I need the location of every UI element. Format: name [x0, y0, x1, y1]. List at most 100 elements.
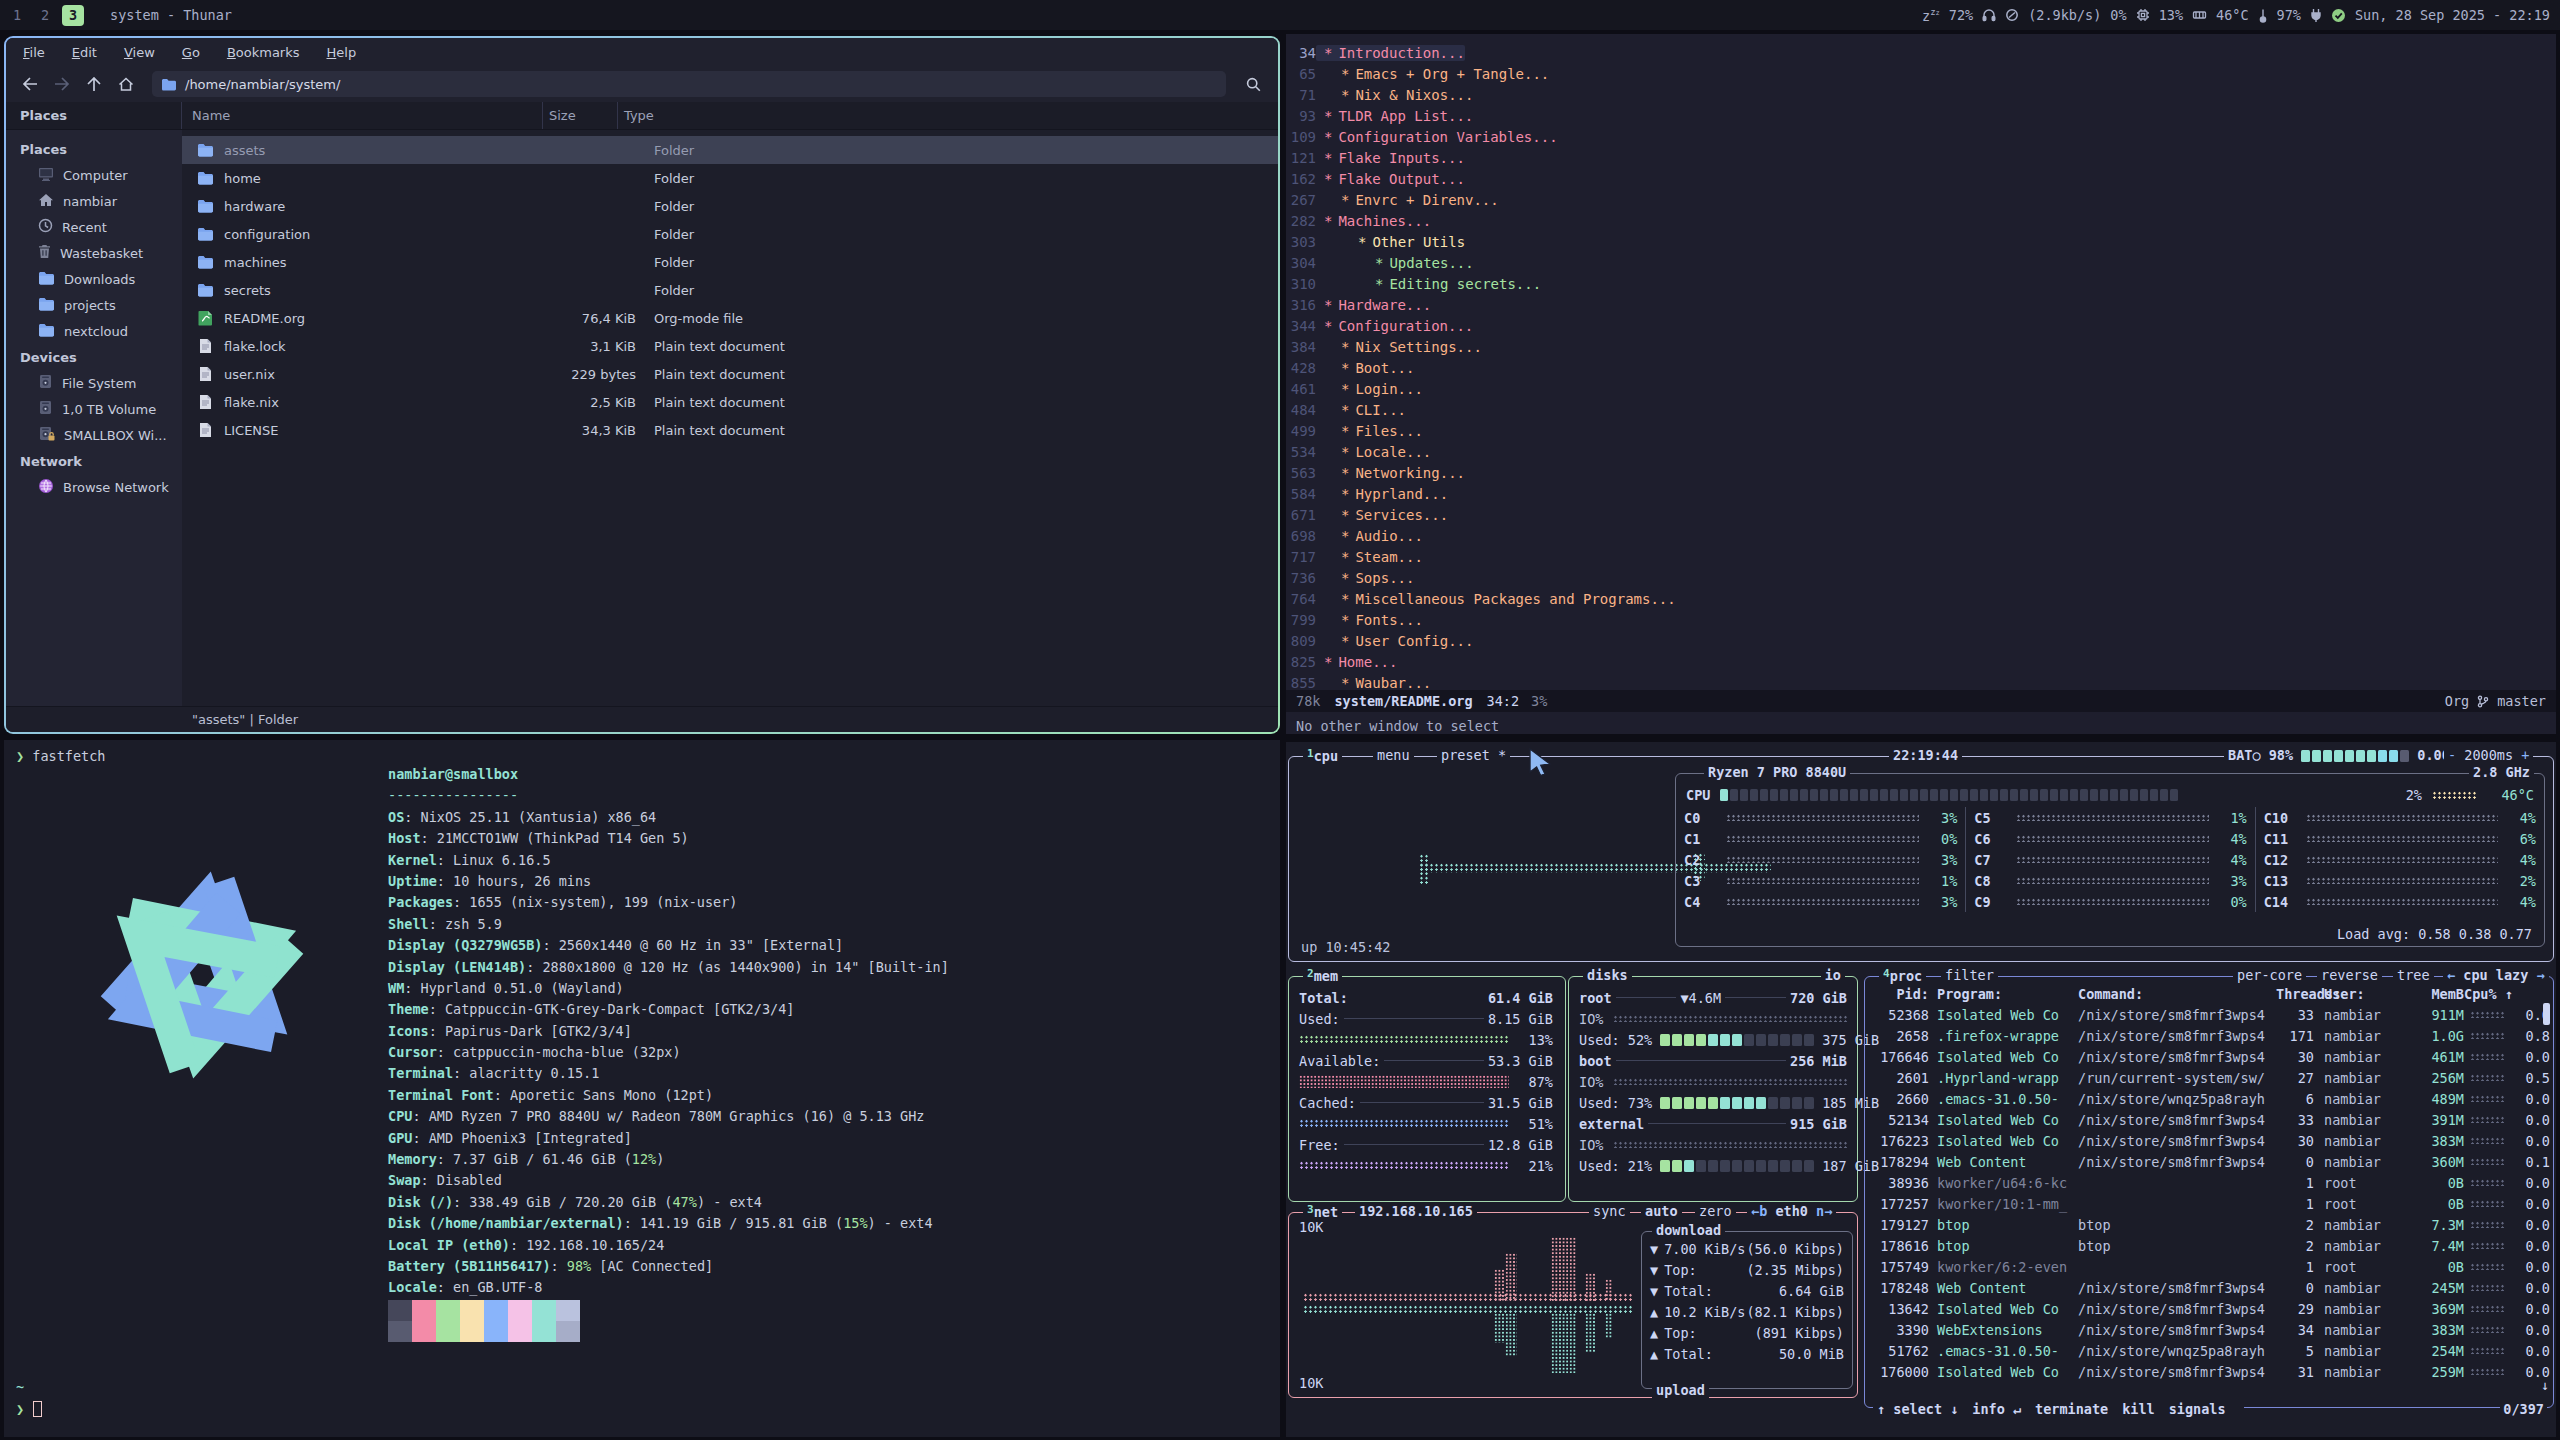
net-box-title[interactable]: 3net [1303, 1203, 1342, 1220]
sidebar-item-computer[interactable]: Computer [6, 162, 182, 188]
file-name: secrets [218, 283, 542, 298]
memory-value[interactable]: 13% [2159, 7, 2183, 23]
sidebar-item-nextcloud[interactable]: nextcloud [6, 318, 182, 344]
volume-value[interactable]: 72% [1949, 7, 1973, 23]
auto-tab[interactable]: auto [1641, 1203, 1682, 1219]
fastfetch-value: : 141.19 GiB / 915.81 GiB (15%) - ext4 [624, 1215, 933, 1231]
process-row[interactable]: 177257kworker/10:1-mm_1root0B0.0 [1865, 1193, 2553, 1214]
idle-inhibitor-icon[interactable]: zzz [1922, 7, 1940, 24]
column-size[interactable]: Size [542, 102, 617, 129]
net-stat-row: ▲10.2 KiB/s(82.1 Kibps) [1642, 1301, 1852, 1322]
column-type[interactable]: Type [617, 102, 1278, 129]
workspace-1[interactable]: 1 [6, 5, 28, 26]
file-row-assets[interactable]: assetsFolder [182, 136, 1278, 164]
menu-help[interactable]: Help [327, 45, 357, 60]
up-button[interactable] [80, 71, 108, 97]
temperature-value[interactable]: 46°C [2216, 7, 2249, 23]
fastfetch-label: OS [388, 809, 404, 825]
menu-edit[interactable]: Edit [72, 45, 97, 60]
process-row[interactable]: 2660.emacs-31.0.50-/nix/store/wnqz5pa8ra… [1865, 1088, 2553, 1109]
line-number: 282 [1286, 213, 1316, 229]
shell-prompt-2[interactable]: ❯ [16, 1399, 42, 1420]
path-bar[interactable]: /home/nambiar/system/ [152, 71, 1226, 97]
menu-tab[interactable]: menu [1373, 747, 1414, 763]
io-tab[interactable]: io [1821, 967, 1845, 983]
process-row[interactable]: 178294Web Content/nix/store/sm8fmrf3wps4… [1865, 1151, 2553, 1172]
disks-box-title[interactable]: disks [1583, 967, 1632, 983]
org-star: * [1341, 360, 1349, 376]
echo-area: No other window to select [1296, 718, 1499, 734]
sidebar-item-1-0-tb-volume[interactable]: 1,0 TB Volume [6, 396, 182, 422]
process-row[interactable]: 3390WebExtensions/nix/store/sm8fmrf3wps4… [1865, 1319, 2553, 1340]
menu-view[interactable]: View [124, 45, 155, 60]
file-row-flake-nix[interactable]: flake.nix2,5 KiBPlain text document [182, 388, 1278, 416]
sidebar-item-downloads[interactable]: Downloads [6, 266, 182, 292]
sidebar-item-nambiar[interactable]: nambiar [6, 188, 182, 214]
search-button[interactable] [1238, 71, 1268, 97]
clock-date[interactable]: Sun, 28 Sep 2025 - 22:19 [2355, 7, 2550, 23]
sidebar-item-file-system[interactable]: File System [6, 370, 182, 396]
iface-tab[interactable]: ←b eth0 n→ [1747, 1203, 1836, 1219]
proc-box-title[interactable]: 4proc [1879, 967, 1926, 984]
sidebar-item-recent[interactable]: Recent [6, 214, 182, 240]
process-row[interactable]: 176223Isolated Web Co/nix/store/sm8fmrf3… [1865, 1130, 2553, 1151]
preset-tab[interactable]: preset * [1437, 747, 1510, 763]
sidebar-item-smallbox-wi-[interactable]: SMALLBOX Wi... [6, 422, 182, 448]
cpu-box-title[interactable]: 1cpu [1303, 747, 1342, 764]
proc-header[interactable]: Pid:Program:Command:Threads:User:MemBCpu… [1865, 983, 2553, 1004]
process-row[interactable]: 52134Isolated Web Co/nix/store/sm8fmrf3w… [1865, 1109, 2553, 1130]
home-button[interactable] [112, 71, 140, 97]
menu-go[interactable]: Go [182, 45, 200, 60]
process-row[interactable]: 178248Web Content/nix/store/sm8fmrf3wps4… [1865, 1277, 2553, 1298]
mem-box-title[interactable]: 2mem [1303, 967, 1342, 984]
file-row-user-nix[interactable]: user.nix229 bytesPlain text document [182, 360, 1278, 388]
org-star: * [1341, 192, 1349, 208]
trash-icon [38, 244, 51, 262]
cpu-value[interactable]: 0% [2110, 7, 2126, 23]
sidebar-item-wastebasket[interactable]: Wastebasket [6, 240, 182, 266]
process-row[interactable]: 13642Isolated Web Co/nix/store/sm8fmrf3w… [1865, 1298, 2553, 1319]
column-name[interactable]: Name [182, 102, 542, 129]
org-heading-text: Waubar... [1355, 675, 1431, 691]
sort-tab[interactable]: ← cpu lazy → [2443, 967, 2549, 983]
sync-tab[interactable]: sync [1589, 1203, 1630, 1219]
menu-bookmarks[interactable]: Bookmarks [227, 45, 300, 60]
back-button[interactable] [16, 71, 44, 97]
file-row-flake-lock[interactable]: flake.lock3,1 KiBPlain text document [182, 332, 1278, 360]
process-row[interactable]: 51762.emacs-31.0.50-/nix/store/wnqz5pa8r… [1865, 1340, 2553, 1361]
file-row-secrets[interactable]: secretsFolder [182, 276, 1278, 304]
process-row[interactable]: 52368Isolated Web Co/nix/store/sm8fmrf3w… [1865, 1004, 2553, 1025]
forward-button[interactable] [48, 71, 76, 97]
process-row[interactable]: 2601.Hyprland-wrapp/run/current-system/s… [1865, 1067, 2553, 1088]
process-row[interactable]: 176646Isolated Web Co/nix/store/sm8fmrf3… [1865, 1046, 2553, 1067]
file-row-home[interactable]: homeFolder [182, 164, 1278, 192]
per-core-tab[interactable]: per-core [2233, 967, 2306, 983]
battery-value[interactable]: 97% [2277, 7, 2301, 23]
workspace-2[interactable]: 2 [34, 5, 56, 26]
git-branch-name: master [2497, 693, 2546, 709]
file-row-readme-org[interactable]: README.org76,4 KiBOrg-mode file [182, 304, 1278, 332]
sidebar-item-projects[interactable]: projects [6, 292, 182, 318]
file-row-configuration[interactable]: configurationFolder [182, 220, 1278, 248]
process-row[interactable]: 179127btopbtop2nambiar7.3M0.0 [1865, 1214, 2553, 1235]
process-row[interactable]: 38936kworker/u64:6-kc1root0B0.0 [1865, 1172, 2553, 1193]
menu-file[interactable]: File [23, 45, 45, 60]
proc-scrollbar[interactable] [2543, 1003, 2550, 1025]
update-interval[interactable]: - 2000ms + [2444, 747, 2533, 763]
file-row-license[interactable]: LICENSE34,3 KiBPlain text document [182, 416, 1278, 444]
zero-tab[interactable]: zero [1695, 1203, 1736, 1219]
workspace-3[interactable]: 3 [62, 5, 84, 26]
proc-footer[interactable]: ↑ select ↓info ↵terminatekillsignals [1873, 1401, 2244, 1417]
filter-tab[interactable]: filter [1941, 967, 1998, 983]
tree-tab[interactable]: tree [2393, 967, 2434, 983]
fastfetch-entry: Locale: en_GB.UTF-8 [388, 1277, 949, 1298]
net-speed[interactable]: (2.9kb/s) [2028, 7, 2101, 23]
process-row[interactable]: 178616btopbtop2nambiar7.4M0.0 [1865, 1235, 2553, 1256]
process-row[interactable]: 176000Isolated Web Co/nix/store/sm8fmrf3… [1865, 1361, 2553, 1382]
file-row-machines[interactable]: machinesFolder [182, 248, 1278, 276]
process-row[interactable]: 175749kworker/6:2-even1root0B0.0 [1865, 1256, 2553, 1277]
file-row-hardware[interactable]: hardwareFolder [182, 192, 1278, 220]
reverse-tab[interactable]: reverse [2317, 967, 2382, 983]
process-row[interactable]: 2658.firefox-wrappe/nix/store/sm8fmrf3wp… [1865, 1025, 2553, 1046]
sidebar-item-browse-network[interactable]: Browse Network [6, 474, 182, 500]
